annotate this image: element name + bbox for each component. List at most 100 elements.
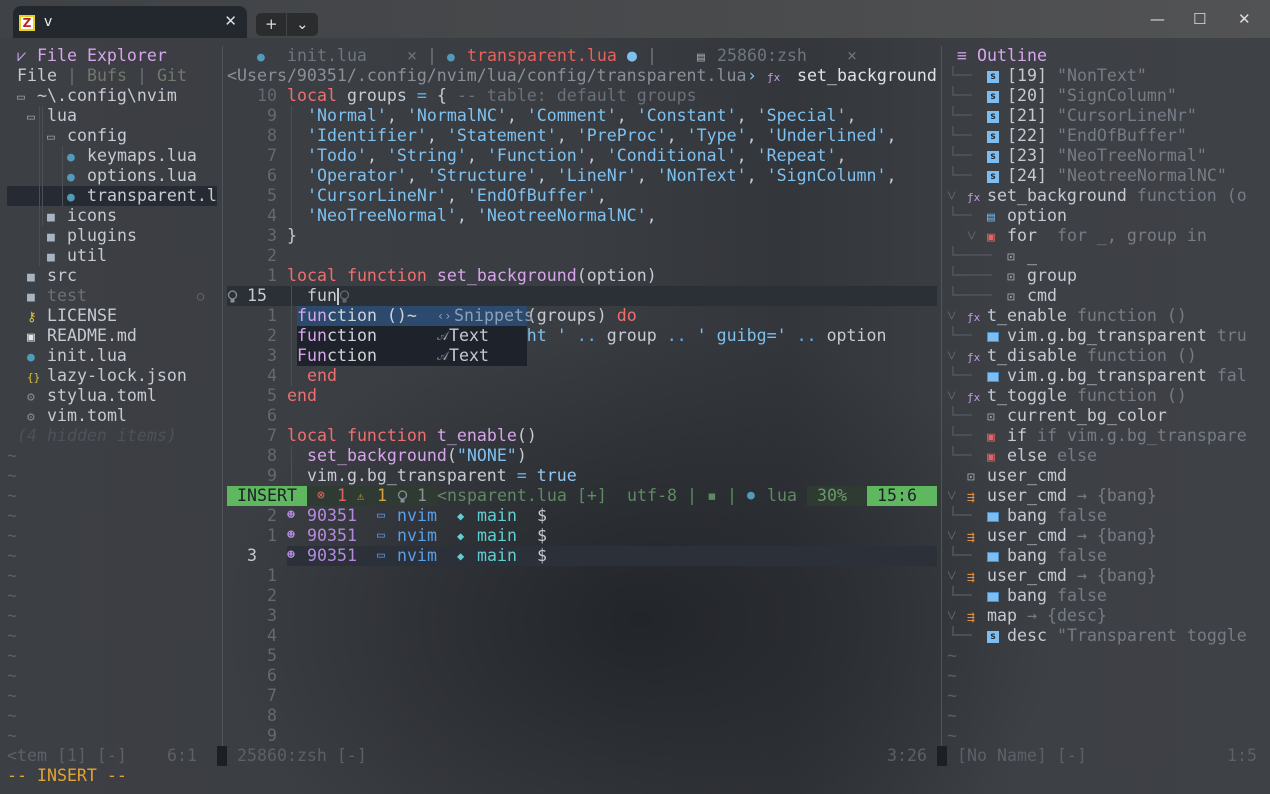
error-count[interactable]: 1 [337, 486, 347, 506]
tab-dropdown-button[interactable]: ⌄ [296, 15, 309, 33]
code-line[interactable]: 'Todo', 'String', 'Function', 'Condition… [287, 146, 847, 166]
code-line[interactable]: } [287, 226, 297, 246]
code-line[interactable]: set_background("NONE") [287, 446, 527, 466]
outline-item[interactable]: current_bg_color [1007, 406, 1177, 426]
tree-item[interactable]: init.lua [47, 346, 127, 366]
outline-item[interactable]: for for _, group in [1007, 226, 1207, 246]
outline-item[interactable]: [23] "NeoTreeNormal" [1007, 146, 1207, 166]
completion-item[interactable]: function 𝒜 Text [297, 326, 527, 346]
tree-item[interactable]: stylua.toml [47, 386, 157, 406]
tree-guide [952, 366, 972, 376]
tab-close-icon[interactable]: ✕ [224, 12, 237, 30]
outline-item[interactable]: [21] "CursorLineNr" [1007, 106, 1197, 126]
minimize-button[interactable]: — [1150, 10, 1165, 28]
code-line[interactable]: 'Normal', 'NormalNC', 'Comment', 'Consta… [287, 106, 857, 126]
chevron-down-icon[interactable]: ˅ [947, 486, 956, 506]
chevron-down-icon[interactable]: ˅ [947, 306, 956, 326]
code-line[interactable]: 'NeoTreeNormal', 'NeotreeNormalNC', [287, 206, 657, 226]
completion-item[interactable]: function ()~ ‹› Snippets [297, 306, 534, 326]
code-line[interactable]: local groups = { -- table: default group… [287, 86, 697, 106]
chevron-down-icon[interactable]: ˅ [967, 226, 976, 246]
code-line[interactable]: end [287, 386, 317, 406]
outline-item[interactable]: set_background function (o [987, 186, 1247, 206]
code-line[interactable]: local function t_enable() [287, 426, 537, 446]
tree-item[interactable]: icons [67, 206, 117, 226]
outline-item[interactable]: user_cmd [987, 466, 1077, 486]
hint-count[interactable]: 1 [417, 486, 427, 506]
outline-item[interactable]: user_cmd → {bang} [987, 486, 1157, 506]
tree-item[interactable]: test [47, 286, 87, 306]
close-window-button[interactable]: ✕ [1238, 10, 1251, 28]
tree-item[interactable]: transparent.lua [87, 186, 217, 206]
tree-item[interactable]: LICENSE [47, 306, 117, 326]
outline-item[interactable]: if if vim.g.bg_transpare [1007, 426, 1247, 446]
outline-item[interactable]: t_disable function () [987, 346, 1197, 366]
outline-item[interactable]: [19] "NonText" [1007, 66, 1147, 86]
outline-item[interactable]: t_enable function () [987, 306, 1187, 326]
code-line[interactable]: vim.g.bg_transparent = true [287, 466, 577, 486]
outline-item[interactable]: bang false [1007, 546, 1107, 566]
window-separator-block [217, 746, 227, 766]
outline-item[interactable]: map → {desc} [987, 606, 1107, 626]
buffer-tab[interactable]: 25860:zsh [717, 46, 807, 66]
code-line[interactable]: fun [287, 286, 350, 306]
tree-item[interactable]: src [47, 266, 77, 286]
tree-item[interactable]: plugins [67, 226, 137, 246]
outline-item[interactable]: [22] "EndOfBuffer" [1007, 126, 1187, 146]
breadcrumb-path[interactable]: <Users/90351/.config/nvim/lua/config/tra… [227, 66, 747, 86]
pane-separator[interactable] [222, 46, 223, 746]
chevron-down-icon[interactable]: ˅ [947, 526, 956, 546]
outline-item[interactable]: bang false [1007, 506, 1107, 526]
outline-item[interactable]: option [1007, 206, 1077, 226]
code-line[interactable]: local function set_background(option) [287, 266, 657, 286]
tab-close-icon[interactable]: × [847, 46, 857, 66]
outline-item[interactable]: user_cmd → {bang} [987, 526, 1157, 546]
chevron-down-icon[interactable]: ˅ [947, 346, 956, 366]
tree-item[interactable]: keymaps.lua [87, 146, 197, 166]
outline-item[interactable]: user_cmd → {bang} [987, 566, 1157, 586]
outline-item[interactable]: bang false [1007, 586, 1107, 606]
outline-item[interactable]: group [1027, 266, 1087, 286]
outline-item[interactable]: desc "Transparent toggle [1007, 626, 1247, 646]
tree-item[interactable]: README.md [47, 326, 137, 346]
outline-item[interactable]: vim.g.bg_transparent tru [1007, 326, 1247, 346]
buffer-tab[interactable]: init.lua [287, 46, 367, 66]
breadcrumb-symbol[interactable]: set_background [797, 66, 937, 86]
maximize-button[interactable]: ☐ [1193, 10, 1206, 28]
source-tab-git[interactable]: Git [157, 66, 187, 86]
tree-item[interactable]: vim.toml [47, 406, 127, 426]
code-line[interactable]: end [287, 366, 337, 386]
code-line[interactable]: 'Identifier', 'Statement', 'PreProc', 'T… [287, 126, 897, 146]
line-number: 8 [267, 706, 277, 725]
new-tab-button[interactable]: + [265, 15, 278, 33]
outline-item[interactable]: [20] "SignColumn" [1007, 86, 1177, 106]
window-tab[interactable]: Z v ✕ [13, 6, 247, 38]
tree-item[interactable]: ~\.config\nvim [37, 86, 177, 106]
chevron-down-icon[interactable]: ˅ [947, 386, 956, 406]
pane-separator[interactable] [941, 46, 942, 746]
chevron-down-icon[interactable]: ˅ [947, 606, 956, 626]
code-action-bulb-icon[interactable] [227, 286, 238, 306]
tree-item[interactable]: util [67, 246, 107, 266]
outline-item[interactable]: vim.g.bg_transparent fal [1007, 366, 1247, 386]
tree-item[interactable]: options.lua [87, 166, 197, 186]
outline-item[interactable]: _ [1027, 246, 1047, 266]
outline-item[interactable]: [24] "NeotreeNormalNC" [1007, 166, 1227, 186]
tree-item[interactable]: config [67, 126, 127, 146]
code-line[interactable]: 'Operator', 'Structure', 'LineNr', 'NonT… [287, 166, 897, 186]
chevron-down-icon[interactable]: ˅ [947, 566, 956, 586]
chevron-down-icon[interactable]: ˅ [947, 186, 956, 206]
source-tab-file[interactable]: File [17, 66, 57, 86]
tab-close-icon[interactable]: × [407, 46, 417, 66]
completion-item[interactable]: Function 𝒜 Text [297, 346, 527, 366]
tree-item[interactable]: lua [47, 106, 77, 126]
outline-item[interactable]: t_toggle function () [987, 386, 1187, 406]
buffer-tab[interactable]: transparent.lua [467, 46, 617, 66]
source-tab-bufs[interactable]: Bufs [87, 66, 127, 86]
warning-count[interactable]: 1 [377, 486, 387, 506]
outline-item[interactable]: cmd [1027, 286, 1067, 306]
end-of-buffer-marker: ~ [947, 686, 957, 705]
code-line[interactable]: 'CursorLineNr', 'EndOfBuffer', [287, 186, 607, 206]
tree-item[interactable]: lazy-lock.json [47, 366, 187, 386]
outline-item[interactable]: else else [1007, 446, 1097, 466]
